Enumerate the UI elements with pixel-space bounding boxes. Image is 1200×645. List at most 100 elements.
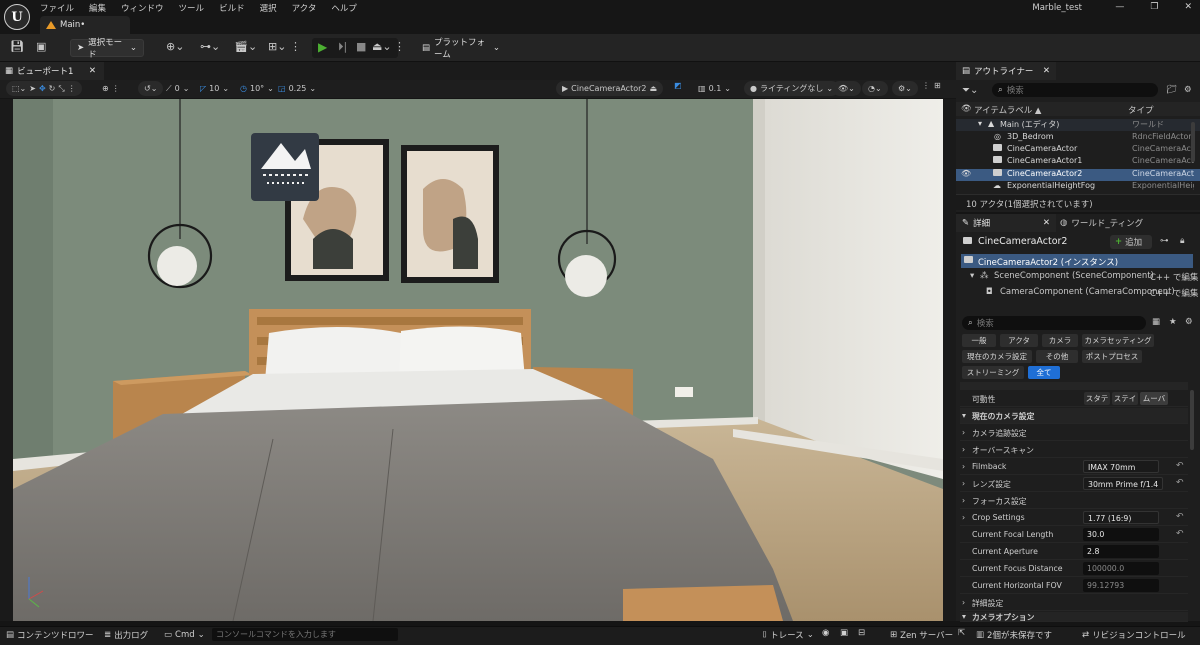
cmd-dropdown[interactable]: ▭ Cmd ⌄ — [164, 628, 205, 642]
more-icon[interactable]: ⋮ — [922, 81, 930, 96]
edit-in-cpp-link[interactable]: C++ で編集 — [1150, 271, 1198, 283]
mobility-movable[interactable]: ムーバ — [1140, 392, 1168, 405]
category-post-process[interactable]: ポストプロセス — [1082, 350, 1142, 363]
gear-icon[interactable]: ⚙ — [1185, 317, 1193, 327]
category-all[interactable]: 全て — [1028, 366, 1060, 379]
star-icon[interactable]: ★ — [1169, 317, 1177, 327]
stop-icon[interactable]: ■ — [356, 40, 366, 53]
world-settings-tab[interactable]: ◍ ワールド_ティング — [1060, 214, 1170, 232]
modes-icon[interactable]: ⊞⌄ — [268, 40, 286, 53]
outliner-row[interactable]: ☁ ExponentialHeightFog ExponentialHeig — [956, 181, 1200, 193]
play-icon[interactable]: ▶ — [318, 40, 327, 54]
close-icon[interactable]: ✕ — [1043, 218, 1050, 228]
record-icon[interactable]: ◉ — [822, 628, 829, 642]
prop-row[interactable]: › 詳細設定 — [960, 595, 1188, 611]
browse-icon[interactable]: ▣ — [36, 40, 46, 53]
reset-icon[interactable]: ↶ — [1176, 461, 1184, 471]
show-flags-dropdown[interactable]: 👁︎⌄ — [832, 81, 861, 96]
details-search-input[interactable]: ⌕ 検索 — [962, 316, 1146, 330]
component-label[interactable]: CameraComponent (CameraComponent) — [1000, 287, 1175, 297]
bookmark-icon[interactable]: ⊟ — [858, 628, 865, 642]
surface-snap-dropdown[interactable]: ↺⌄ — [138, 81, 164, 96]
reset-icon[interactable]: ↶ — [1176, 512, 1184, 522]
outliner-tab[interactable]: ▤ アウトライナー ✕ — [956, 62, 1056, 80]
visibility-icon[interactable]: 👁︎ — [961, 104, 972, 114]
details-tab[interactable]: ✎ 詳細 ✕ — [956, 214, 1056, 232]
edit-in-cpp-link[interactable]: C++ で編集 — [1150, 287, 1198, 299]
category-streaming[interactable]: ストリーミング — [962, 366, 1024, 379]
mobility-static[interactable]: スタテ — [1084, 392, 1110, 405]
outliner-scrollbar[interactable] — [1191, 122, 1195, 162]
outliner-row-selected[interactable]: 👁︎ CineCameraActor2 CineCameraActo — [956, 169, 1200, 181]
revision-control-button[interactable]: ⇄ リビジョンコントロール — [1082, 628, 1186, 642]
prop-row[interactable]: › Crop Settings 1.77 (16:9) ↶ — [960, 510, 1188, 526]
prop-row[interactable]: › Filmback IMAX 70mm ↶ — [960, 459, 1188, 475]
camera-speed-dropdown[interactable]: ▥ 0.1 ⌄ — [698, 81, 731, 96]
step-icon[interactable]: ⏵| — [338, 40, 347, 54]
prop-row[interactable]: Current Focal Length 30.0 ↶ — [960, 527, 1188, 543]
filter-icon[interactable]: ⏷⌄ — [962, 85, 978, 96]
aperture-input[interactable]: 2.8 — [1083, 545, 1159, 558]
blueprint-icon[interactable]: ⊶⌄ — [200, 40, 220, 53]
menu-window[interactable]: ウィンドウ — [121, 2, 164, 14]
world-local-toggle[interactable]: ⊕ ⋮ — [102, 81, 120, 96]
menu-select[interactable]: 選択 — [260, 2, 277, 14]
category-camera-settings[interactable]: カメラセッティング — [1082, 334, 1154, 347]
platform-dropdown[interactable]: ▤ プラットフォーム ⌄ — [416, 38, 506, 60]
trace-dropdown[interactable]: ⌷ トレース ⌄ — [762, 628, 814, 642]
unsaved-button[interactable]: ▥ 2個が未保存です — [976, 628, 1052, 642]
lens-settings-dropdown[interactable]: 30mm Prime f/1.4 — [1083, 477, 1163, 490]
menu-edit[interactable]: 編集 — [89, 2, 106, 14]
add-folder-icon[interactable]: 📁︎ — [1166, 85, 1177, 95]
lock-icon[interactable]: 🔒︎ — [1180, 236, 1185, 246]
transform-tools[interactable]: ⬚⌄ ➤ ✥ ↻ ⤡ ⋮ — [6, 81, 82, 96]
menu-actor[interactable]: アクタ — [292, 2, 317, 14]
reset-icon[interactable]: ↶ — [1176, 478, 1184, 488]
angle-snap[interactable]: ◷ 10° ⌄ — [240, 81, 274, 96]
select-mode-dropdown[interactable]: ➤ 選択モード ⌄ — [70, 38, 144, 60]
camera-pilot-dropdown[interactable]: ▶︎ CineCameraActor2 ⏏ — [556, 81, 664, 96]
focal-length-input[interactable]: 30.0 — [1083, 528, 1159, 541]
category-camera[interactable]: カメラ — [1042, 334, 1078, 347]
console-command-input[interactable]: コンソールコマンドを入力します — [212, 628, 398, 641]
save-icon[interactable]: 💾︎ — [10, 40, 24, 53]
prop-row[interactable]: Current Horizontal FOV 99.12793 — [960, 578, 1188, 594]
prop-row[interactable]: › フォーカス設定 — [960, 493, 1188, 509]
outliner-row[interactable]: ◎ 3D_Bedrom RdncFieldActor — [956, 132, 1200, 144]
filmback-dropdown[interactable]: IMAX 70mm — [1083, 460, 1159, 473]
pointer-icon[interactable]: ⇱ — [958, 628, 965, 642]
outliner-search-input[interactable]: ⌕ 検索 — [992, 83, 1158, 97]
screenshot-icon[interactable]: ▣ — [840, 628, 848, 642]
cinematics-icon[interactable]: 🎬︎⌄ — [234, 40, 257, 53]
column-label-header[interactable]: アイテムラベル ▲ — [974, 104, 1041, 116]
prop-row[interactable]: Current Aperture 2.8 — [960, 544, 1188, 560]
outliner-row[interactable]: CineCameraActor1 CineCameraActo — [956, 156, 1200, 168]
prop-row[interactable]: › カメラ追跡設定 — [960, 425, 1188, 441]
section-camera-options[interactable]: ▾ カメラオプション — [960, 612, 1188, 622]
layout-icon[interactable]: ⊞ — [934, 81, 941, 96]
document-tab-main[interactable]: Main• — [40, 16, 130, 34]
outliner-row[interactable]: CineCameraActor CineCameraActo — [956, 144, 1200, 156]
category-general[interactable]: 一般 — [962, 334, 996, 347]
viewport-tab[interactable]: ▦ ビューポート1 ✕ — [0, 62, 104, 80]
minimize-icon[interactable]: — — [1115, 2, 1124, 12]
blueprint-icon[interactable]: ⊶ — [1160, 236, 1169, 246]
prop-row[interactable]: › レンズ設定 30mm Prime f/1.4 ↶ — [960, 476, 1188, 492]
menu-help[interactable]: ヘルプ — [331, 2, 357, 14]
table-view-icon[interactable]: ▦ — [1152, 317, 1160, 327]
outliner-row[interactable]: ▾ ▲ Main (エディタ) ワールド — [956, 119, 1200, 131]
scale-snap[interactable]: ◲ 0.25 ⌄ — [278, 81, 316, 96]
prop-row[interactable]: Current Focus Distance 100000.0 — [960, 561, 1188, 577]
unreal-logo-icon[interactable]: U — [4, 4, 30, 30]
content-drawer-button[interactable]: ▤ コンテンツドロワー — [6, 628, 94, 642]
column-type-header[interactable]: タイプ — [1128, 104, 1154, 116]
close-icon[interactable]: ✕ — [1043, 66, 1050, 76]
prop-row[interactable]: › オーバースキャン — [960, 442, 1188, 458]
viewport-settings-dropdown[interactable]: ⚙⌄ — [892, 81, 918, 96]
lighting-mode-dropdown[interactable]: ● ライティングなし ⌄ — [744, 81, 840, 96]
reset-icon[interactable]: ↶ — [1176, 529, 1184, 539]
mobility-stationary[interactable]: ステイ — [1112, 392, 1138, 405]
settings-icon[interactable]: ⚙ — [1184, 85, 1192, 95]
output-log-button[interactable]: ≣ 出力ログ — [104, 628, 148, 642]
expand-icon[interactable]: ▾ — [970, 271, 974, 281]
